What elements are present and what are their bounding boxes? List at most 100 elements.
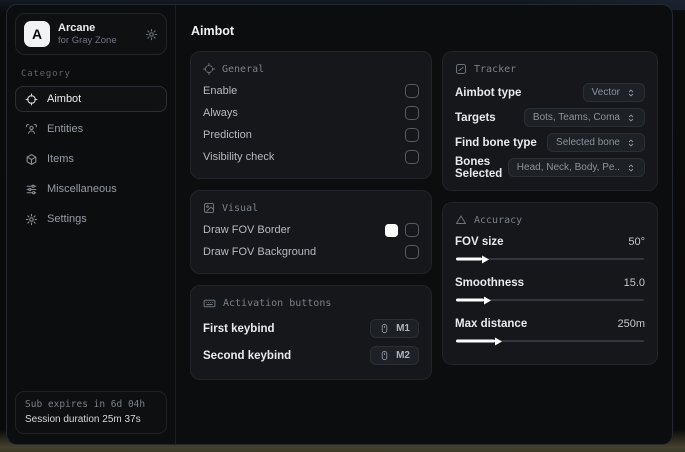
sidebar-item-label: Entities [47, 123, 84, 135]
category-label: Category [21, 69, 71, 79]
setting-label: Aimbot type [455, 86, 522, 99]
mouse-icon [379, 350, 390, 361]
setting-row: Find bone type Selected bone [455, 130, 645, 155]
setting-row: Aimbot type Vector [455, 80, 645, 105]
triangle-icon [455, 214, 467, 226]
card-title: Accuracy [474, 214, 523, 226]
dropdown-value: Selected bone [556, 137, 620, 148]
targets-dropdown[interactable]: Bots, Teams, Coma [523, 108, 645, 127]
setting-row: Bones Selected Head, Neck, Body, Pe.. [455, 155, 645, 180]
fov-size-slider[interactable] [456, 254, 644, 264]
setting-label: Prediction [203, 129, 252, 141]
app-name: Arcane [58, 22, 96, 34]
general-card: General Enable Always Prediction Visibil… [190, 51, 432, 179]
app-header: A Arcane for Gray Zone [15, 13, 167, 55]
setting-row: FOV size 50° [455, 231, 645, 253]
mouse-icon [379, 323, 390, 334]
sidebar-item-label: Aimbot [47, 93, 82, 105]
draw-fov-border-checkbox[interactable] [405, 223, 419, 237]
sidebar-item-label: Miscellaneous [47, 183, 117, 195]
enable-checkbox[interactable] [405, 84, 419, 98]
setting-label: First keybind [203, 322, 275, 335]
tracker-card: Tracker Aimbot type Vector Targets Bots,… [442, 51, 658, 191]
person-scan-icon [25, 123, 38, 136]
sidebar-nav: Aimbot Entities Items Miscellaneous Sett… [15, 86, 167, 232]
sidebar-item-settings[interactable]: Settings [15, 206, 167, 232]
trend-icon [455, 63, 467, 75]
bones-selected-dropdown[interactable]: Head, Neck, Body, Pe.. [507, 158, 645, 177]
draw-fov-background-checkbox[interactable] [405, 245, 419, 259]
sidebar: A Arcane for Gray Zone Category Aimbot E… [7, 5, 176, 444]
sub-expires-text: Sub expires in 6d 04h [25, 399, 146, 410]
gear-icon[interactable] [145, 28, 158, 41]
session-duration-text: Session duration 25m 37s [25, 414, 141, 425]
setting-row: Visibility check [203, 146, 419, 168]
chevrons-up-down-icon [626, 88, 636, 98]
setting-label: Find bone type [455, 136, 537, 149]
keybind-value: M2 [396, 350, 410, 361]
image-icon [203, 202, 215, 214]
sliders-icon [25, 183, 38, 196]
setting-row: Max distance 250m [455, 313, 645, 335]
setting-label: Targets [455, 111, 496, 124]
crosshair-icon [25, 93, 38, 106]
slider-value: 50° [628, 236, 645, 248]
setting-label: Visibility check [203, 151, 275, 163]
chevrons-up-down-icon [626, 163, 636, 173]
setting-label: Always [203, 107, 238, 119]
max-distance-slider[interactable] [456, 336, 644, 346]
setting-row: Second keybind M2 [203, 342, 419, 369]
chevrons-up-down-icon [626, 138, 636, 148]
aimbot-type-dropdown[interactable]: Vector [582, 83, 645, 102]
card-title: Visual [222, 202, 259, 214]
gear-icon [25, 213, 38, 226]
setting-label: FOV size [455, 236, 504, 248]
slider-thumb[interactable] [495, 337, 503, 345]
setting-row: Prediction [203, 124, 419, 146]
setting-label: Max distance [455, 318, 528, 330]
subscription-info: Sub expires in 6d 04h Session duration 2… [15, 391, 167, 434]
fov-border-color-swatch[interactable] [385, 223, 398, 237]
visual-card: Visual Draw FOV Border Draw FOV Backgrou… [190, 190, 432, 274]
setting-label: Draw FOV Background [203, 246, 317, 258]
setting-row: First keybind M1 [203, 315, 419, 342]
first-keybind-button[interactable]: M1 [370, 319, 419, 338]
visibility-check-checkbox[interactable] [405, 150, 419, 164]
smoothness-slider[interactable] [456, 295, 644, 305]
second-keybind-button[interactable]: M2 [370, 346, 419, 365]
slider-thumb[interactable] [482, 255, 490, 263]
cheat-menu-window: A Arcane for Gray Zone Category Aimbot E… [6, 4, 673, 445]
activation-buttons-card: Activation buttons First keybind M1 Seco… [190, 285, 432, 380]
box-icon [25, 153, 38, 166]
chevrons-up-down-icon [626, 113, 636, 123]
slider-thumb[interactable] [484, 296, 492, 304]
slider-value: 15.0 [623, 277, 645, 289]
setting-row: Targets Bots, Teams, Coma [455, 105, 645, 130]
card-title: General [222, 63, 265, 75]
setting-label: Smoothness [455, 277, 525, 289]
always-checkbox[interactable] [405, 106, 419, 120]
find-bone-type-dropdown[interactable]: Selected bone [547, 133, 645, 152]
keybind-value: M1 [396, 323, 410, 334]
main-content: Aimbot General Enable Always Prediction … [176, 5, 672, 444]
app-subtitle: for Gray Zone [58, 35, 117, 46]
sidebar-item-label: Settings [47, 213, 87, 225]
sidebar-item-label: Items [47, 153, 74, 165]
accuracy-card: Accuracy FOV size 50° Smoothness 15.0 Ma… [442, 202, 658, 365]
setting-row: Draw FOV Background [203, 241, 419, 263]
dropdown-value: Head, Neck, Body, Pe.. [516, 162, 620, 173]
dropdown-value: Vector [591, 87, 620, 98]
setting-label: Enable [203, 85, 238, 97]
setting-row: Always [203, 102, 419, 124]
card-title: Activation buttons [223, 298, 332, 309]
sidebar-item-entities[interactable]: Entities [15, 116, 167, 142]
sidebar-item-aimbot[interactable]: Aimbot [15, 86, 167, 112]
slider-value: 250m [617, 318, 645, 330]
card-title: Tracker [474, 63, 517, 75]
prediction-checkbox[interactable] [405, 128, 419, 142]
sidebar-item-items[interactable]: Items [15, 146, 167, 172]
dropdown-value: Bots, Teams, Coma [532, 112, 620, 123]
app-logo: A [24, 21, 50, 47]
sidebar-item-miscellaneous[interactable]: Miscellaneous [15, 176, 167, 202]
page-title: Aimbot [191, 24, 235, 38]
